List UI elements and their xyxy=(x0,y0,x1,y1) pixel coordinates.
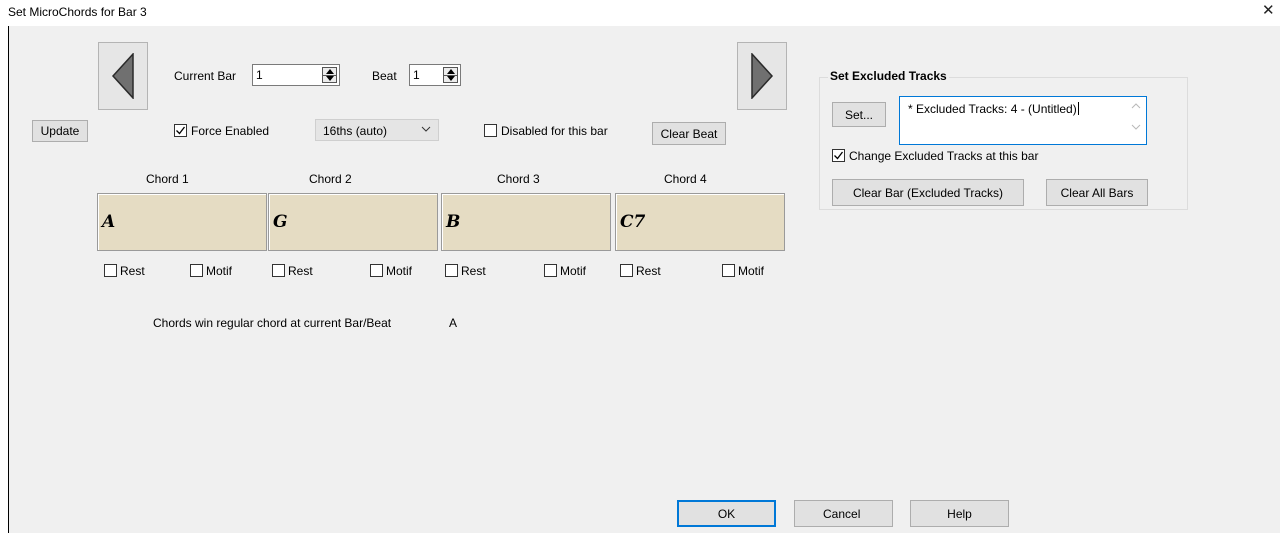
update-button[interactable]: Update xyxy=(32,120,88,142)
chord-3-rest-checkbox[interactable] xyxy=(445,264,458,277)
chord-3-header: Chord 3 xyxy=(497,172,540,186)
spinner-arrows-icon[interactable] xyxy=(322,67,337,83)
chord-2-rest-label: Rest xyxy=(288,264,313,278)
excluded-tracks-value: * Excluded Tracks: 4 - (Untitled) xyxy=(908,102,1077,116)
chord-1-box[interactable]: A xyxy=(97,193,267,251)
chord-2-symbol: G xyxy=(273,212,288,232)
current-bar-label: Current Bar xyxy=(174,69,237,83)
set-excluded-button[interactable]: Set... xyxy=(832,102,886,127)
chord-3-rest-label: Rest xyxy=(461,264,486,278)
resolution-value: 16ths (auto) xyxy=(323,124,388,138)
clear-bar-excluded-button[interactable]: Clear Bar (Excluded Tracks) xyxy=(832,179,1024,206)
chord-4-header: Chord 4 xyxy=(664,172,707,186)
chord-1-symbol: A xyxy=(102,212,116,232)
chord-4-symbol: C7 xyxy=(620,212,646,232)
change-excluded-label: Change Excluded Tracks at this bar xyxy=(849,149,1039,163)
chord-1-header: Chord 1 xyxy=(146,172,189,186)
chord-1-motif-checkbox[interactable] xyxy=(190,264,203,277)
chord-2-rest-checkbox[interactable] xyxy=(272,264,285,277)
close-icon[interactable]: ✕ xyxy=(1262,3,1275,18)
chords-win-text: Chords win regular chord at current Bar/… xyxy=(153,316,392,330)
scroll-arrows-icon[interactable] xyxy=(1130,100,1142,140)
chord-3-motif-checkbox[interactable] xyxy=(544,264,557,277)
triangle-right-icon xyxy=(751,53,774,99)
chevron-down-icon xyxy=(421,126,431,132)
chord-1-rest-checkbox[interactable] xyxy=(104,264,117,277)
chord-3-box[interactable]: B xyxy=(441,193,611,251)
chord-4-rest-label: Rest xyxy=(636,264,661,278)
clear-all-bars-button[interactable]: Clear All Bars xyxy=(1046,179,1148,206)
chord-4-rest-checkbox[interactable] xyxy=(620,264,633,277)
triangle-left-icon xyxy=(111,53,134,99)
beat-spinner[interactable]: 1 xyxy=(409,64,461,86)
help-button[interactable]: Help xyxy=(910,500,1009,527)
chord-4-motif-label: Motif xyxy=(738,264,765,278)
prev-bar-button[interactable] xyxy=(98,42,148,110)
text-cursor xyxy=(1077,102,1079,115)
checkmark-icon xyxy=(834,151,844,160)
excluded-tracks-text[interactable]: * Excluded Tracks: 4 - (Untitled) xyxy=(908,102,1079,116)
cancel-button[interactable]: Cancel xyxy=(794,500,893,527)
current-bar-value[interactable]: 1 xyxy=(256,68,263,82)
chord-3-symbol: B xyxy=(446,212,461,232)
spinner-arrows-icon[interactable] xyxy=(443,67,458,83)
clear-beat-button[interactable]: Clear Beat xyxy=(652,122,726,145)
checkmark-icon xyxy=(176,126,186,135)
chord-4-box[interactable]: C7 xyxy=(615,193,785,251)
disabled-bar-label: Disabled for this bar xyxy=(501,124,608,138)
chord-2-box[interactable]: G xyxy=(268,193,438,251)
excluded-tracks-textbox[interactable]: * Excluded Tracks: 4 - (Untitled) xyxy=(899,96,1147,145)
force-enabled-label: Force Enabled xyxy=(191,124,270,138)
chord-4-motif-checkbox[interactable] xyxy=(722,264,735,277)
chord-2-motif-checkbox[interactable] xyxy=(370,264,383,277)
disabled-bar-checkbox[interactable] xyxy=(484,124,497,137)
beat-label: Beat xyxy=(372,69,397,83)
chord-2-header: Chord 2 xyxy=(309,172,352,186)
ok-button[interactable]: OK xyxy=(677,500,776,527)
current-bar-spinner[interactable]: 1 xyxy=(252,64,340,86)
excluded-tracks-title: Set Excluded Tracks xyxy=(828,69,949,83)
next-bar-button[interactable] xyxy=(737,42,787,110)
resolution-dropdown[interactable]: 16ths (auto) xyxy=(315,119,439,141)
force-enabled-checkbox[interactable] xyxy=(174,124,187,137)
chord-2-motif-label: Motif xyxy=(386,264,413,278)
chord-1-motif-label: Motif xyxy=(206,264,233,278)
window-title: Set MicroChords for Bar 3 xyxy=(8,5,147,19)
title-bar xyxy=(0,0,1280,26)
chords-win-value: A xyxy=(449,316,458,330)
beat-value[interactable]: 1 xyxy=(413,68,420,82)
chord-1-rest-label: Rest xyxy=(120,264,145,278)
chord-3-motif-label: Motif xyxy=(560,264,587,278)
change-excluded-checkbox[interactable] xyxy=(832,149,845,162)
